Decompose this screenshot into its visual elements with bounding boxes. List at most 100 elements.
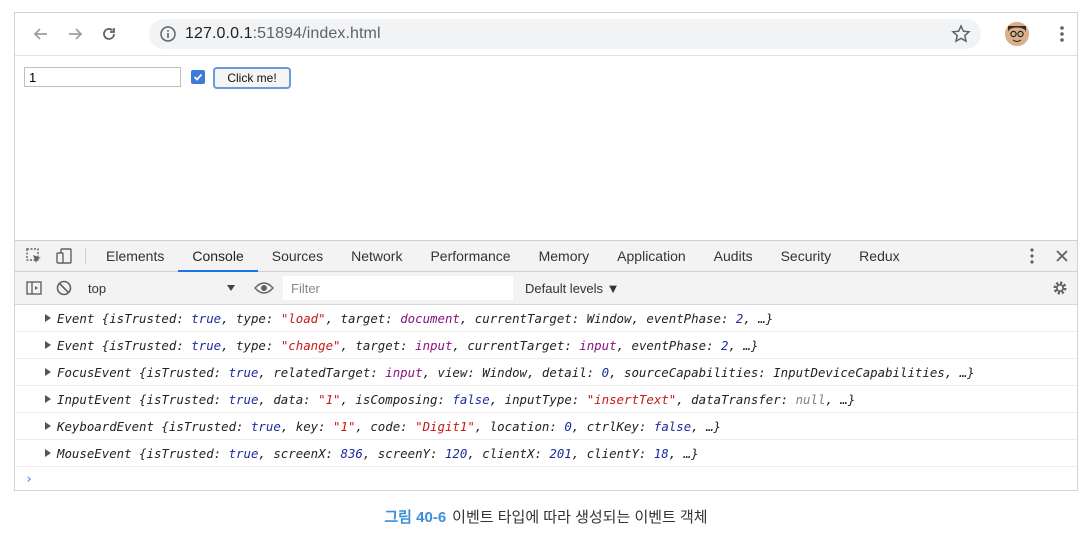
log-token: , target: <box>325 310 401 326</box>
log-token: "Digit1" <box>415 418 475 434</box>
eye-icon[interactable] <box>249 281 279 295</box>
log-token: 120 <box>444 445 468 461</box>
expand-triangle-icon[interactable] <box>45 422 51 430</box>
devtools-panel: Elements Console Sources Network Performance… <box>15 240 1077 490</box>
expand-triangle-icon[interactable] <box>45 314 51 322</box>
tab-sources[interactable]: Sources <box>258 241 337 271</box>
back-arrow-icon <box>33 28 47 40</box>
tab-memory[interactable]: Memory <box>525 241 604 271</box>
forward-button[interactable] <box>61 20 89 48</box>
browser-window: 127.0.0.1:51894/index.html Click me! <box>14 12 1078 491</box>
console-toolbar: top Default levels ▼ <box>15 272 1077 305</box>
console-log-row[interactable]: InputEvent {isTrusted: true, data: "1", … <box>15 386 1077 413</box>
dropdown-arrow-icon <box>227 285 235 291</box>
tab-network[interactable]: Network <box>337 241 416 271</box>
reload-button[interactable] <box>95 20 123 48</box>
kebab-menu-icon[interactable] <box>1059 24 1065 49</box>
log-token: false <box>452 391 490 407</box>
console-log-row[interactable]: Event {isTrusted: true, type: "load", ta… <box>15 305 1077 332</box>
console-log-row[interactable]: KeyboardEvent {isTrusted: true, key: "1"… <box>15 413 1077 440</box>
log-token: , currentTarget: Window, eventPhase: <box>459 310 736 326</box>
star-icon[interactable] <box>951 24 971 49</box>
close-icon[interactable] <box>1047 249 1077 263</box>
clear-console-icon[interactable] <box>49 279 79 297</box>
log-token: , key: <box>280 418 334 434</box>
tab-application[interactable]: Application <box>603 241 700 271</box>
console-log-row[interactable]: FocusEvent {isTrusted: true, relatedTarg… <box>15 359 1077 386</box>
log-token: "1" <box>318 391 341 407</box>
log-text: MouseEvent {isTrusted: true, screenX: 83… <box>57 446 699 461</box>
text-input[interactable] <box>24 67 181 87</box>
log-token: 18 <box>653 445 669 461</box>
log-token: , isComposing: <box>340 391 453 407</box>
inspect-icon[interactable] <box>19 241 49 271</box>
log-token: , clientY: <box>571 445 654 461</box>
expand-triangle-icon[interactable] <box>45 341 51 349</box>
devtools-kebab-icon[interactable] <box>1017 247 1047 265</box>
log-token: Event {isTrusted: <box>57 310 192 326</box>
log-levels-dropdown[interactable]: Default levels ▼ <box>525 281 620 296</box>
log-token: , currentTarget: <box>452 337 580 353</box>
log-token: , sourceCapabilities: InputDeviceCapabil… <box>609 364 975 380</box>
context-label: top <box>88 280 107 296</box>
log-token: input <box>385 364 423 380</box>
log-token: , ctrlKey: <box>571 418 654 434</box>
info-icon[interactable] <box>159 25 177 43</box>
expand-triangle-icon[interactable] <box>45 449 51 457</box>
log-token: , inputType: <box>489 391 587 407</box>
log-token: "1" <box>333 418 356 434</box>
sidebar-toggle-icon[interactable] <box>19 280 49 296</box>
caption-text: 이벤트 타입에 따라 생성되는 이벤트 객체 <box>452 509 708 526</box>
expand-triangle-icon[interactable] <box>45 395 51 403</box>
log-token: document <box>400 310 460 326</box>
figure-caption: 그림 40-6 이벤트 타입에 따라 생성되는 이벤트 객체 <box>0 506 1092 527</box>
checkmark-icon <box>193 73 203 81</box>
tab-console[interactable]: Console <box>178 241 259 272</box>
log-token: 0 <box>601 364 610 380</box>
log-token: 201 <box>549 445 572 461</box>
log-token: null <box>795 391 826 407</box>
log-token: MouseEvent {isTrusted: <box>57 445 229 461</box>
log-token: , location: <box>474 418 565 434</box>
console-log-row[interactable]: Event {isTrusted: true, type: "change", … <box>15 332 1077 359</box>
log-token: true <box>191 310 222 326</box>
log-text: Event {isTrusted: true, type: "change", … <box>57 338 758 353</box>
log-token: , …} <box>728 337 759 353</box>
device-toggle-icon[interactable] <box>49 241 79 271</box>
click-me-button[interactable]: Click me! <box>213 67 291 89</box>
log-text: KeyboardEvent {isTrusted: true, key: "1"… <box>57 419 721 434</box>
avatar[interactable] <box>1005 22 1029 46</box>
filter-input[interactable] <box>283 276 513 300</box>
console-prompt[interactable]: › <box>15 467 1077 490</box>
checkbox[interactable] <box>191 70 205 84</box>
back-button[interactable] <box>27 20 55 48</box>
log-token: , …} <box>668 445 699 461</box>
log-token: , dataTransfer: <box>676 391 796 407</box>
log-token: , relatedTarget: <box>258 364 386 380</box>
log-token: "change" <box>280 337 341 353</box>
log-token: input <box>579 337 617 353</box>
console-log: Event {isTrusted: true, type: "load", ta… <box>15 305 1077 467</box>
context-selector[interactable]: top <box>84 281 244 296</box>
tab-redux[interactable]: Redux <box>845 241 913 271</box>
log-text: Event {isTrusted: true, type: "load", ta… <box>57 311 773 326</box>
page-content: Click me! <box>15 56 1077 240</box>
address-bar[interactable]: 127.0.0.1:51894/index.html <box>149 19 981 49</box>
tab-security[interactable]: Security <box>767 241 846 271</box>
console-log-row[interactable]: MouseEvent {isTrusted: true, screenX: 83… <box>15 440 1077 467</box>
expand-triangle-icon[interactable] <box>45 368 51 376</box>
devtools-tabs: Elements Console Sources Network Performance… <box>92 241 914 272</box>
log-token: true <box>228 391 259 407</box>
tab-performance[interactable]: Performance <box>416 241 524 271</box>
log-token: "insertText" <box>586 391 677 407</box>
gear-icon[interactable] <box>1051 279 1069 302</box>
prompt-chevron-icon: › <box>25 471 33 487</box>
log-token: , screenY: <box>362 445 445 461</box>
log-text: FocusEvent {isTrusted: true, relatedTarg… <box>57 365 975 380</box>
log-token: , clientX: <box>467 445 550 461</box>
log-token: , …} <box>825 391 856 407</box>
log-token: 0 <box>564 418 572 434</box>
log-token: FocusEvent {isTrusted: <box>57 364 229 380</box>
tab-elements[interactable]: Elements <box>92 241 178 271</box>
tab-audits[interactable]: Audits <box>700 241 767 271</box>
